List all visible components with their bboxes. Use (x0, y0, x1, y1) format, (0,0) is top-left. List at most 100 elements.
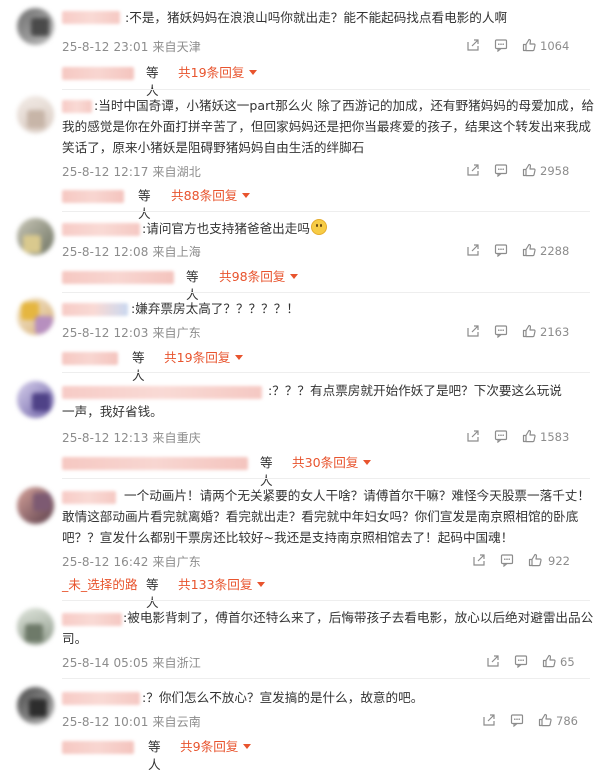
chevron-down-icon (242, 193, 251, 198)
share-button[interactable] (466, 163, 480, 177)
avatar[interactable] (17, 381, 54, 418)
like-count: 2958 (540, 164, 570, 178)
reply-user-avatars (62, 67, 134, 80)
share-icon (473, 554, 485, 566)
comment-meta: 25-8-12 12:08 来自上海 (62, 243, 201, 260)
share-button[interactable] (486, 654, 500, 668)
chevron-down-icon (235, 355, 244, 360)
comment-meta: 25-8-12 12:13 来自重庆 (62, 429, 201, 446)
comment-text: :嫌弃票房太高了？？？？？！ (62, 298, 600, 319)
comment-location: 来自天津 (152, 40, 201, 54)
like-count: 1064 (540, 39, 570, 53)
comment-location: 来自浙江 (152, 656, 201, 670)
comment-time: 25-8-12 10:01 (62, 715, 149, 729)
comment-button[interactable] (514, 654, 528, 668)
comment-time: 25-8-14 05:05 (62, 656, 149, 670)
avatar[interactable] (17, 608, 54, 645)
comment-text-body: 一个动画片！请两个无关紧要的女人干啥？请傅首尔干嘛？难怪今天股票一落千丈！敢情这… (62, 488, 590, 545)
comment-text: :？你们怎么不放心？宣发搞的是什么，故意的吧。 (62, 687, 600, 708)
comment-button[interactable] (494, 429, 508, 443)
like-button[interactable] (522, 429, 536, 443)
reply-count-link[interactable]: 共88条回复 (171, 187, 251, 205)
chevron-down-icon (363, 460, 372, 465)
comment-meta: 25-8-12 12:03 来自广东 (62, 324, 201, 341)
comment-icon (494, 430, 508, 443)
like-button[interactable] (542, 654, 556, 668)
share-icon (467, 39, 479, 51)
avatar[interactable] (17, 96, 54, 133)
thumbs-up-icon (538, 713, 552, 727)
comment-location: 来自广东 (152, 326, 201, 340)
share-icon (483, 714, 495, 726)
comment-icon (494, 325, 508, 338)
comment-actions: 1064 (466, 38, 586, 54)
avatar[interactable] (17, 218, 54, 255)
comment-location: 来自云南 (152, 715, 201, 729)
comment-actions: 786 (482, 713, 586, 729)
comment-text: :被电影背刺了，傅首尔还特么来了，后悔带孩子去看电影，放心以后绝对避雷出品公司。 (62, 607, 600, 649)
reply-count: 共19条回复 (178, 65, 245, 80)
share-button[interactable] (466, 324, 480, 338)
comment-text: :当时中国奇谭，小猪妖这一part那么火 除了西游记的加成，还有野猪妈妈的母爱加… (62, 95, 600, 158)
like-button[interactable] (538, 713, 552, 727)
like-button[interactable] (522, 243, 536, 257)
reply-people-label: 等人 (148, 739, 161, 772)
reply-user-avatars (62, 352, 118, 365)
reply-count: 共19条回复 (164, 350, 231, 365)
avatar[interactable] (17, 298, 54, 335)
comment-location: 来自湖北 (152, 165, 201, 179)
comment-button[interactable] (494, 38, 508, 52)
comment-time: 25-8-12 12:13 (62, 431, 149, 445)
comment-icon (494, 164, 508, 177)
thumbs-up-icon (522, 429, 536, 443)
comment-meta: 25-8-12 12:17 来自湖北 (62, 163, 201, 180)
comment-meta: 25-8-14 05:05 来自浙江 (62, 654, 201, 671)
reply-count-link[interactable]: 共30条回复 (292, 454, 372, 472)
thumbs-up-icon (522, 163, 536, 177)
comment-text-body: :？你们怎么不放心？宣发搞的是什么，故意的吧。 (142, 690, 424, 705)
reply-count-link[interactable]: 共19条回复 (164, 349, 244, 367)
share-button[interactable] (482, 713, 496, 727)
reply-count-link[interactable]: 共133条回复 (178, 576, 266, 594)
reply-user-avatars (62, 457, 248, 470)
share-button[interactable] (466, 429, 480, 443)
like-button[interactable] (522, 38, 536, 52)
reply-username[interactable]: _未_选择的路 (62, 576, 138, 594)
avatar[interactable] (17, 687, 54, 724)
comment-text-body: :不是，猪妖妈妈在浪浪山吗你就出走？能不能起码找点看电影的人啊 (125, 10, 508, 25)
share-icon (467, 244, 479, 256)
comment-text-body: :请问官方也支持猪爸爸出走吗 (142, 221, 310, 236)
thumbs-up-icon (528, 553, 542, 567)
chevron-down-icon (249, 70, 258, 75)
chevron-down-icon (290, 274, 299, 279)
comment-actions: 1583 (466, 429, 586, 445)
comment-text-body: :当时中国奇谭，小猪妖这一part那么火 除了西游记的加成，还有野猪妈妈的母爱加… (62, 98, 595, 155)
divider (62, 292, 590, 293)
comment-button[interactable] (510, 713, 524, 727)
reply-count: 共30条回复 (292, 455, 359, 470)
confused-emoji-icon (310, 219, 327, 235)
comment-button[interactable] (500, 553, 514, 567)
share-button[interactable] (466, 38, 480, 52)
comment-actions: 2958 (466, 163, 586, 179)
comment-icon (500, 554, 514, 567)
divider (62, 678, 590, 679)
like-button[interactable] (522, 163, 536, 177)
reply-count-link[interactable]: 共9条回复 (180, 738, 252, 756)
share-button[interactable] (472, 553, 486, 567)
like-count: 2288 (540, 244, 570, 258)
comment-button[interactable] (494, 163, 508, 177)
reply-count-link[interactable]: 共19条回复 (178, 64, 258, 82)
share-button[interactable] (466, 243, 480, 257)
comment-button[interactable] (494, 243, 508, 257)
reply-count-link[interactable]: 共98条回复 (219, 268, 299, 286)
avatar[interactable] (17, 487, 54, 524)
divider (62, 478, 590, 479)
like-button[interactable] (522, 324, 536, 338)
like-button[interactable] (528, 553, 542, 567)
reply-count: 共133条回复 (178, 577, 253, 592)
comment-location: 来自重庆 (152, 431, 201, 445)
comment-button[interactable] (494, 324, 508, 338)
avatar[interactable] (17, 8, 54, 45)
comment-text: :不是，猪妖妈妈在浪浪山吗你就出走？能不能起码找点看电影的人啊 (62, 7, 600, 28)
